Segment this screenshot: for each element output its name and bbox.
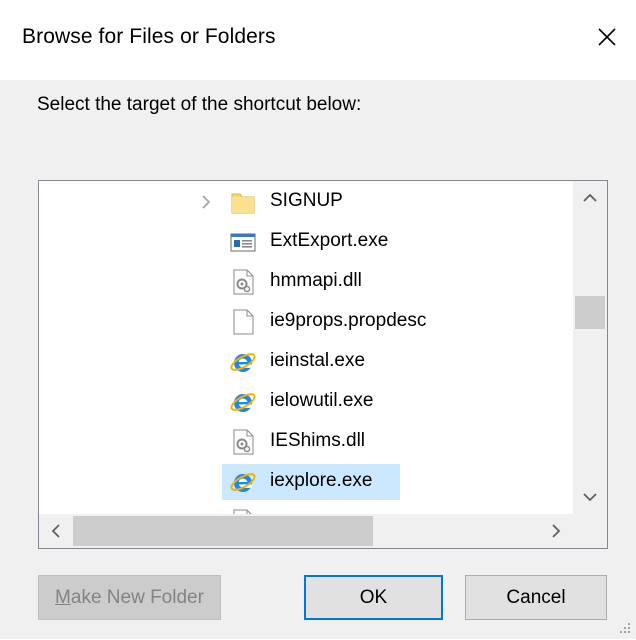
dll-file-icon [229, 268, 257, 296]
instruction-text: Select the target of the shortcut below: [37, 94, 362, 115]
scroll-right-button[interactable] [539, 514, 573, 548]
vertical-scrollbar[interactable] [573, 181, 607, 514]
tree-item-label: ExtExport.exe [270, 230, 389, 251]
close-icon [598, 28, 616, 46]
tree-item[interactable]: hmmapi.dll [39, 264, 573, 300]
browse-dialog: Browse for Files or Folders Select the t… [0, 0, 636, 639]
horizontal-scroll-thumb[interactable] [73, 516, 373, 546]
chevron-left-icon [51, 524, 60, 538]
tree-item[interactable]: SIGNUP [39, 184, 573, 220]
application-icon [229, 228, 257, 256]
tree-item-label: SIGNUP [270, 190, 343, 211]
make-new-folder-button[interactable]: Make New Folder [38, 575, 221, 620]
close-button[interactable] [592, 22, 622, 52]
ok-label: OK [359, 586, 388, 608]
cancel-button[interactable]: Cancel [465, 575, 607, 620]
scroll-up-button[interactable] [573, 181, 607, 215]
folder-icon [229, 188, 257, 216]
tree-item-label: ielowutil.exe [270, 390, 374, 411]
folder-tree[interactable]: SIGNUP ExtExport.exe hmmapi.dll ie9props… [38, 180, 608, 549]
tree-item[interactable]: IEShims.dll [39, 424, 573, 460]
cancel-label: Cancel [506, 586, 566, 608]
tree-item[interactable]: ie9props.propdesc [39, 304, 573, 340]
horizontal-scrollbar[interactable] [39, 514, 573, 548]
chevron-down-icon [583, 493, 597, 502]
tree-item-label: IEShims.dll [270, 430, 366, 451]
tree-item[interactable]: ExtExport.exe [39, 224, 573, 260]
title-bar[interactable]: Browse for Files or Folders [0, 0, 636, 80]
chevron-up-icon [583, 193, 597, 202]
tree-item[interactable]: iexplore.exe [39, 464, 573, 500]
mnemonic-letter: M [55, 586, 71, 608]
vertical-scroll-thumb[interactable] [575, 296, 605, 330]
internet-explorer-icon [229, 348, 257, 376]
internet-explorer-icon [229, 468, 257, 496]
tree-item-label: hmmapi.dll [270, 270, 362, 291]
internet-explorer-icon [229, 388, 257, 416]
scroll-down-button[interactable] [573, 480, 607, 514]
tree-list: SIGNUP ExtExport.exe hmmapi.dll ie9props… [39, 181, 573, 514]
make-new-folder-rest: ake New Folder [70, 586, 204, 608]
chevron-right-icon [552, 524, 561, 538]
tree-item-label: ieinstal.exe [270, 350, 366, 371]
resize-grip[interactable] [614, 617, 632, 635]
dialog-title: Browse for Files or Folders [22, 25, 276, 48]
resize-grip-icon [620, 623, 630, 633]
tree-item-label: ie9props.propdesc [270, 310, 427, 331]
tree-item-partial[interactable] [39, 504, 573, 514]
scroll-left-button[interactable] [39, 514, 73, 548]
scrollbar-corner [573, 514, 607, 548]
tree-item[interactable]: ieinstal.exe [39, 344, 573, 380]
tree-item[interactable]: ielowutil.exe [39, 384, 573, 420]
blank-file-icon [229, 308, 257, 336]
dll-file-icon [229, 428, 257, 456]
tree-item-label: iexplore.exe [270, 470, 373, 491]
expand-chevron-icon[interactable] [196, 192, 216, 212]
ok-button[interactable]: OK [304, 575, 443, 620]
make-new-folder-label: Make New Folder [55, 587, 204, 609]
